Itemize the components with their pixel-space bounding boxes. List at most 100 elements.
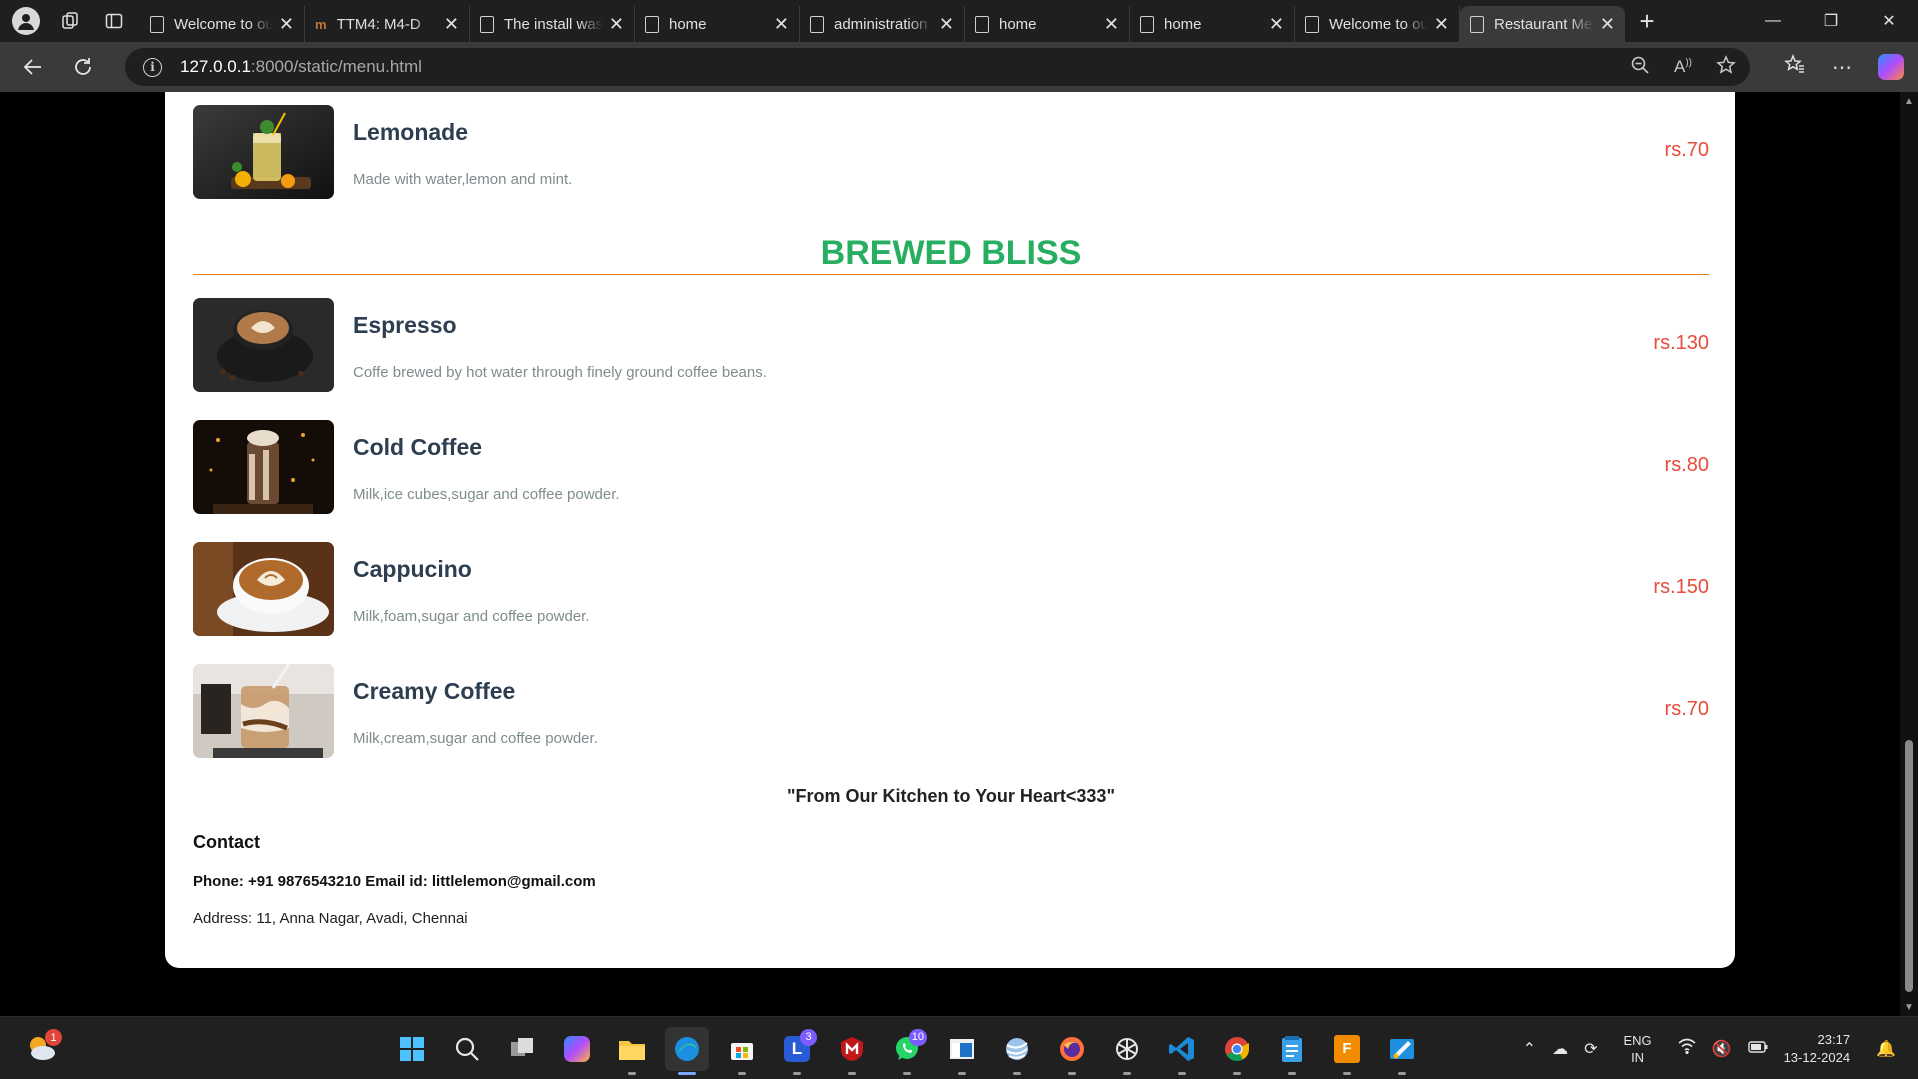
profile-avatar-icon[interactable] [12,7,40,35]
tab-close-icon[interactable]: ✕ [939,14,954,35]
whatsapp-icon[interactable]: 10 [885,1027,929,1075]
read-aloud-icon[interactable]: A)) [1674,57,1692,77]
item-price: rs.70 [1664,139,1709,161]
window-app-icon[interactable] [940,1027,984,1075]
file-explorer-icon[interactable] [610,1027,654,1075]
globe-app-icon[interactable] [995,1027,1039,1075]
running-indicator [678,1071,696,1075]
store-icon[interactable] [720,1027,764,1075]
clock[interactable]: 23:17 13-12-2024 [1784,1031,1851,1067]
tab-close-icon[interactable]: ✕ [1104,14,1119,35]
tagline: "From Our Kitchen to Your Heart<333" [787,786,1115,806]
url-host: 127.0.0.1 [180,57,251,76]
tab-close-icon[interactable]: ✕ [609,14,624,35]
edge-icon[interactable] [665,1026,709,1075]
refresh-button[interactable] [58,47,108,87]
tab-close-icon[interactable]: ✕ [1269,14,1284,35]
tab-close-icon[interactable]: ✕ [279,14,294,35]
browser-tab[interactable]: home ✕ [965,6,1130,42]
battery-icon[interactable] [1747,1040,1768,1058]
browser-tab[interactable]: Restaurant Menu ✕ [1460,6,1625,42]
language-indicator[interactable]: ENG IN [1623,1032,1651,1066]
notepad-icon[interactable] [1270,1027,1314,1075]
fl-studio-icon[interactable]: F [1325,1027,1369,1075]
tab-title: administration [834,15,928,33]
new-tab-button[interactable]: + [1625,3,1669,39]
section-title: BREWED BLISS [820,234,1082,272]
zoom-icon[interactable] [1630,55,1650,80]
scroll-up-arrow-icon[interactable]: ▲ [1900,92,1918,110]
chrome-icon[interactable] [1215,1027,1259,1075]
tab-close-icon[interactable]: ✕ [444,14,459,35]
running-indicator [628,1071,636,1075]
browser-tab[interactable]: home ✕ [635,6,800,42]
teams-icon[interactable]: L3 [775,1027,819,1075]
browser-tab[interactable]: m TTM4: M4-D ✕ [305,6,470,42]
wifi-icon[interactable] [1678,1038,1696,1059]
system-tray: ⌃ ☁ ⟳ ENG IN 🔇 23:17 13-12-2024 🔔 [1515,1017,1904,1079]
vertical-tabs-icon[interactable] [92,0,136,42]
search-icon[interactable] [445,1027,489,1071]
favorite-star-icon[interactable] [1716,54,1736,80]
sync-icon[interactable]: ⟳ [1584,1039,1597,1059]
task-view-icon[interactable] [500,1027,544,1071]
tab-title: Restaurant Menu [1494,15,1594,33]
menu-item-creamy-coffee: Creamy Coffee Milk,cream,sugar and coffe… [193,664,1709,758]
tab-close-icon[interactable]: ✕ [1434,14,1449,35]
mcafee-icon[interactable] [830,1027,874,1075]
browser-tab[interactable]: Welcome to our restaurant ✕ [1295,6,1460,42]
scrollbar-thumb[interactable] [1905,740,1913,992]
paint-icon[interactable] [1380,1027,1424,1075]
show-hidden-icons-icon[interactable]: ⌃ [1523,1039,1536,1059]
page-icon [1305,15,1319,33]
item-name: Cold Coffee [353,434,483,460]
close-window-button[interactable]: ✕ [1860,0,1918,42]
browser-tab[interactable]: administration ✕ [800,6,965,42]
back-button[interactable] [8,47,58,87]
favorites-icon[interactable] [1784,53,1806,81]
address-bar[interactable]: i 127.0.0.1:8000/static/menu.html A)) [125,48,1750,86]
vscode-icon[interactable] [1160,1027,1204,1075]
running-indicator [1398,1071,1406,1075]
item-name: Espresso [353,312,457,338]
chatgpt-icon[interactable] [1105,1027,1149,1075]
copilot-icon[interactable] [1878,54,1904,80]
site-info-icon[interactable]: i [143,57,162,77]
browser-tab[interactable]: Welcome to our restaurant ✕ [140,6,305,42]
more-options-icon[interactable]: ⋯ [1832,55,1852,80]
firefox-icon[interactable] [1050,1027,1094,1075]
volume-muted-icon[interactable]: 🔇 [1712,1039,1732,1059]
windows-taskbar: 1 L 3 10 F ⌃ ☁ ⟳ ENG IN 🔇 23:17 13-12-2024 … [0,1016,1918,1079]
language-code: ENG [1623,1032,1652,1048]
contact-address: Address: 11, Anna Nagar, Avadi, Chennai [193,910,468,927]
url-text[interactable]: 127.0.0.1:8000/static/menu.html [180,57,422,77]
notifications-bell-icon[interactable]: 🔔 [1876,1039,1896,1059]
clock-date: 13-12-2024 [1783,1049,1851,1065]
tab-close-icon[interactable]: ✕ [1600,14,1615,35]
browser-tab[interactable]: The install was successful ✕ [470,6,635,42]
workspaces-icon[interactable] [48,0,92,42]
creamy-coffee-image [193,664,334,758]
menu-card: Lemonade Made with water,lemon and mint.… [165,92,1735,968]
running-indicator [1123,1071,1131,1075]
running-indicator [1288,1071,1296,1075]
page-viewport: Lemonade Made with water,lemon and mint.… [0,92,1918,1016]
tab-title: home [999,15,1037,33]
running-indicator [1343,1071,1351,1075]
scroll-down-arrow-icon[interactable]: ▼ [1900,998,1918,1016]
restore-button[interactable]: ❐ [1802,0,1860,42]
weather-widget-icon[interactable]: 1 [24,1029,62,1065]
page-icon [810,15,824,33]
browser-toolbar: i 127.0.0.1:8000/static/menu.html A)) ⋯ [0,42,1918,92]
page-scrollbar[interactable]: ▲ ▼ [1900,92,1918,1016]
tab-close-icon[interactable]: ✕ [774,14,789,35]
copilot-icon[interactable] [555,1027,599,1071]
minimize-button[interactable]: — [1744,0,1802,42]
start-icon[interactable] [390,1027,434,1071]
window-controls: — ❐ ✕ [1744,0,1918,42]
browser-tab[interactable]: home ✕ [1130,6,1295,42]
onedrive-cloud-icon[interactable]: ☁ [1552,1039,1568,1059]
notification-badge: 10 [908,1028,927,1046]
item-price: rs.80 [1664,454,1709,476]
running-indicator [1178,1071,1186,1075]
